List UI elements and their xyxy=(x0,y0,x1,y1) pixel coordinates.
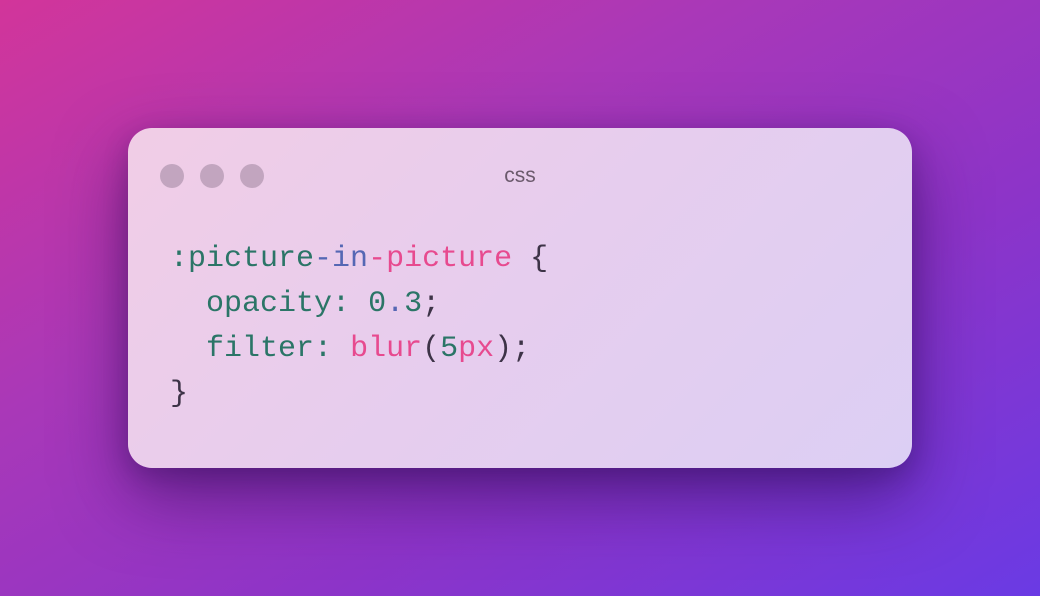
window-title: css xyxy=(504,164,536,187)
selector-dash: - xyxy=(368,242,387,276)
selector-token: :picture xyxy=(170,242,315,276)
number-frac: 3 xyxy=(404,287,423,321)
code-line-1: :picture-in-picture { xyxy=(170,237,548,282)
property-name: opacity xyxy=(206,287,333,321)
colon: : xyxy=(314,332,351,366)
paren-open: ( xyxy=(422,332,441,366)
code-line-2: opacity: 0.3; xyxy=(170,282,548,327)
open-brace: { xyxy=(512,242,549,276)
paren-close: ) xyxy=(494,332,513,366)
code-block: :picture-in-picture { opacity: 0.3; filt… xyxy=(170,237,548,417)
code-window: css :picture-in-picture { opacity: 0.3; … xyxy=(128,128,912,468)
number-value: 5 xyxy=(440,332,459,366)
semicolon: ; xyxy=(422,287,441,321)
selector-keyword-in: in xyxy=(332,242,369,276)
number-int: 0 xyxy=(368,287,387,321)
code-line-3: filter: blur(5px); xyxy=(170,327,548,372)
number-dot: . xyxy=(386,287,405,321)
property-name: filter xyxy=(206,332,315,366)
function-name: blur xyxy=(350,332,423,366)
semicolon: ; xyxy=(512,332,531,366)
selector-keyword-picture: picture xyxy=(386,242,513,276)
selector-dash: - xyxy=(314,242,333,276)
colon: : xyxy=(332,287,369,321)
code-line-4: } xyxy=(170,372,548,417)
close-brace: } xyxy=(170,377,189,411)
unit: px xyxy=(458,332,495,366)
